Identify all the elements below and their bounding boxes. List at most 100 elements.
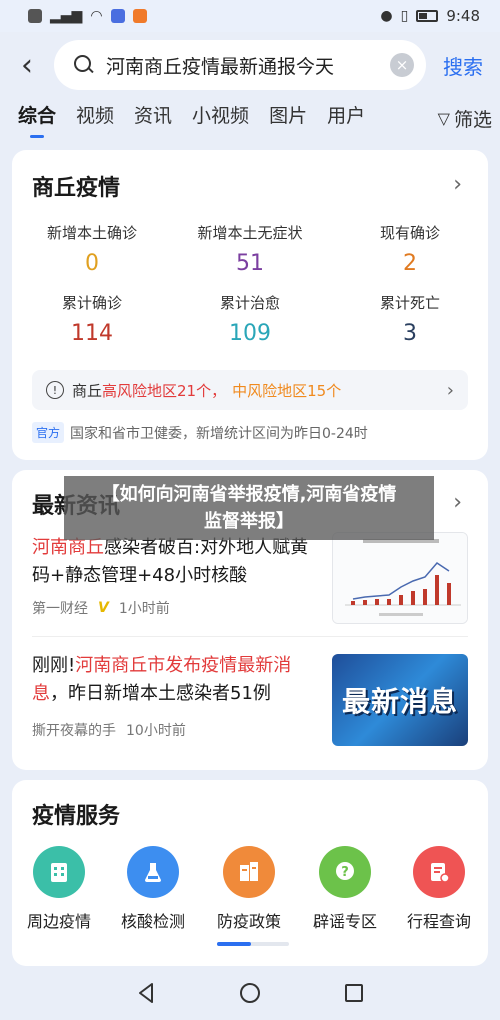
service-label: 行程查询	[406, 912, 471, 931]
video-notification-icon	[132, 9, 147, 23]
stat-new-confirmed: 新增本土确诊 0	[12, 222, 172, 276]
sim-icon	[28, 9, 42, 23]
service-policy[interactable]: 防疫政策	[204, 846, 294, 932]
stat-value: 2	[403, 251, 417, 276]
data-source: 官方 国家和省市卫健委，新增统计区间为昨日0-24时	[32, 422, 368, 443]
news-time: 1小时前	[118, 601, 170, 617]
thumbnail-caption: 最新消息	[341, 685, 458, 718]
news-highlight: 河南商丘	[32, 537, 104, 558]
clear-search-button[interactable]: ×	[390, 53, 414, 77]
tab-users[interactable]: 用户	[327, 96, 365, 140]
high-risk-count: 高风险地区21个	[102, 381, 212, 400]
service-itinerary[interactable]: 行程查询	[394, 846, 484, 932]
service-rumor[interactable]: ? 辟谣专区	[300, 846, 390, 932]
stat-label: 现有确诊	[379, 224, 440, 242]
epidemic-card: 商丘疫情 › 新增本土确诊 0 新增本土无症状 51 现有确诊 2 累计确诊 1…	[12, 150, 488, 460]
filter-label: 筛选	[453, 108, 492, 131]
filter-button[interactable]: ▽ 筛选	[438, 105, 492, 132]
service-nearby[interactable]: 周边疫情	[14, 846, 104, 932]
wifi-icon: ◠	[90, 8, 103, 24]
status-time: 9:48	[446, 7, 480, 25]
news-more-chevron-icon[interactable]: ›	[453, 490, 462, 515]
stat-new-asymptomatic: 新增本土无症状 51	[170, 222, 330, 276]
back-button[interactable]: ‹	[0, 36, 54, 94]
service-nucleic-test[interactable]: 核酸检测	[108, 846, 198, 932]
search-box[interactable]: 河南商丘疫情最新通报今天 ×	[54, 40, 426, 90]
signal-icon: ▂▄▆	[50, 8, 83, 24]
stat-value: 51	[236, 251, 264, 276]
back-arrow-icon: ‹	[21, 47, 33, 83]
stat-label: 新增本土确诊	[46, 224, 137, 242]
news-prefix: 刚刚!	[32, 655, 76, 676]
stat-value: 109	[229, 321, 271, 346]
epidemic-card-title[interactable]: 商丘疫情	[32, 170, 120, 202]
stat-value: 114	[71, 321, 113, 346]
battery-icon	[416, 10, 439, 22]
app-notification-icon	[110, 9, 125, 23]
risk-separator: ，	[211, 381, 227, 400]
svg-text:?: ?	[341, 865, 349, 880]
result-tabs: 综合 视频 资讯 小视频 图片 用户 ▽ 筛选	[0, 96, 500, 140]
news-item-1-title[interactable]: 河南商丘感染者破百:对外地人赋黄码+静态管理+48小时核酸	[32, 534, 314, 590]
news-source: 撕开夜幕的手	[32, 723, 116, 739]
stat-value: 0	[85, 251, 99, 276]
flask-icon	[127, 846, 179, 898]
stat-label: 累计确诊	[61, 294, 122, 312]
news-item-2-thumbnail[interactable]: 最新消息	[332, 654, 468, 746]
services-card-title: 疫情服务	[32, 804, 121, 829]
tab-news[interactable]: 资讯	[134, 96, 172, 140]
news-divider	[32, 636, 468, 637]
news-item-1-thumbnail[interactable]	[332, 532, 468, 624]
search-icon	[72, 53, 96, 77]
service-label: 周边疫情	[26, 912, 91, 931]
stat-value: 3	[403, 321, 417, 346]
itinerary-icon	[413, 846, 465, 898]
mid-risk-count: 中风险地区15个	[232, 381, 342, 400]
search-submit-button[interactable]: 搜索	[426, 51, 500, 80]
status-bar: ▂▄▆ ◠ ● ▯ 9:48	[0, 0, 500, 32]
services-pager	[217, 942, 289, 946]
banner-line-2: 监督举报】	[204, 511, 294, 532]
tab-video[interactable]: 视频	[76, 96, 114, 140]
stat-total-confirmed: 累计确诊 114	[12, 292, 172, 346]
stat-total-deaths: 累计死亡 3	[330, 292, 490, 346]
services-card: 疫情服务 周边疫情 核酸检测 防疫政策 ? 辟谣专区 行程查询	[12, 780, 488, 966]
status-icons-right: ● ▯ 9:48	[380, 7, 480, 25]
stat-label: 累计治愈	[219, 294, 280, 312]
service-label: 核酸检测	[120, 912, 185, 931]
search-input[interactable]: 河南商丘疫情最新通报今天	[106, 52, 390, 79]
nav-recents-icon[interactable]	[341, 980, 367, 1006]
question-icon: ?	[319, 846, 371, 898]
verified-badge: V	[98, 600, 109, 616]
stat-label: 新增本土无症状	[197, 224, 303, 242]
news-source: 第一财经	[32, 601, 88, 617]
pager-active-indicator	[217, 942, 251, 946]
news-title-text: ，昨日新增本土感染者51例	[50, 683, 271, 704]
search-header: ‹ 河南商丘疫情最新通报今天 × 搜索	[0, 36, 500, 94]
nav-home-icon[interactable]	[237, 980, 263, 1006]
service-label: 辟谣专区	[312, 912, 377, 931]
chevron-right-icon: ›	[446, 379, 454, 401]
system-nav-bar	[0, 966, 500, 1020]
data-source-text: 国家和省市卫健委，新增统计区间为昨日0-24时	[70, 425, 368, 442]
news-item-1-meta: 第一财经 V 1小时前	[32, 598, 170, 618]
official-badge: 官方	[32, 422, 65, 443]
risk-area-bar[interactable]: ! 商丘 高风险地区21个 ， 中风险地区15个 ›	[32, 370, 468, 410]
overlay-title-banner: 【如何向河南省举报疫情,河南省疫情 监督举报】	[64, 476, 434, 540]
news-item-2-meta: 撕开夜幕的手 10小时前	[32, 720, 186, 740]
policy-icon	[223, 846, 275, 898]
tab-comprehensive[interactable]: 综合	[18, 96, 56, 140]
tab-images[interactable]: 图片	[269, 96, 307, 140]
stat-label: 累计死亡	[379, 294, 440, 312]
stat-total-recovered: 累计治愈 109	[170, 292, 330, 346]
risk-city: 商丘	[72, 381, 103, 400]
news-item-2-title[interactable]: 刚刚!河南商丘市发布疫情最新消息，昨日新增本土感染者51例	[32, 652, 314, 708]
status-icons-left: ▂▄▆ ◠	[28, 8, 147, 24]
stat-current-confirmed: 现有确诊 2	[330, 222, 490, 276]
tab-short-video[interactable]: 小视频	[192, 96, 249, 140]
info-icon: !	[46, 381, 64, 399]
chart-thumbnail-image	[333, 533, 467, 623]
vibrate-icon: ▯	[400, 8, 409, 24]
nav-back-icon[interactable]	[133, 980, 159, 1006]
epidemic-more-chevron-icon[interactable]: ›	[453, 172, 462, 197]
